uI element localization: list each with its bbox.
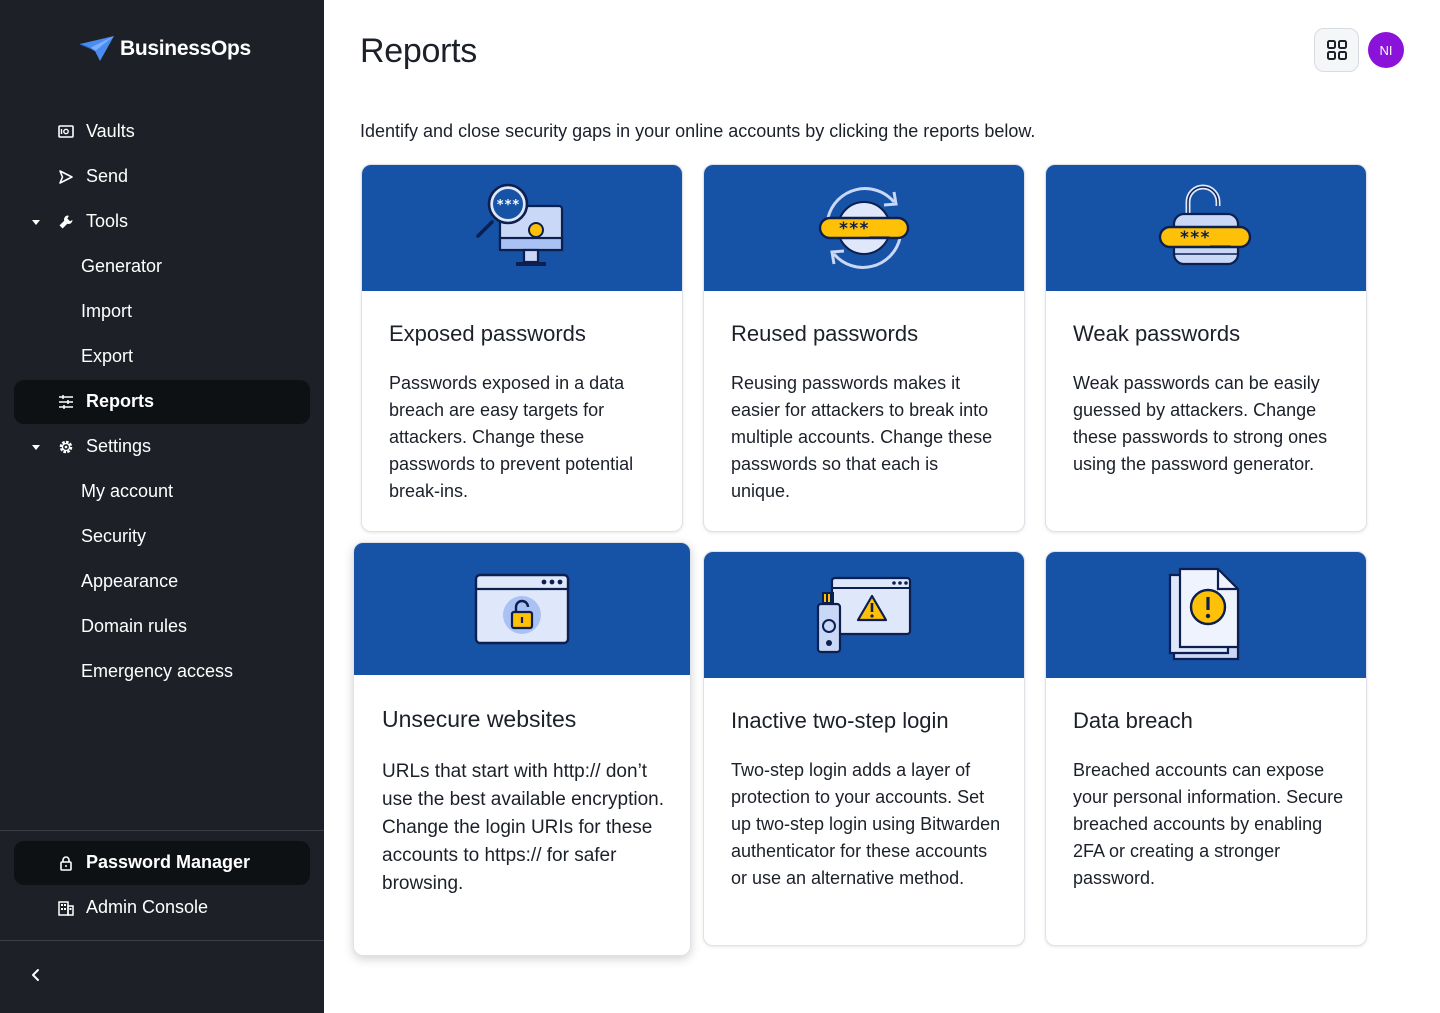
report-card-inactive-two-step-login[interactable]: Inactive two-step login Two-step login a… <box>703 551 1025 946</box>
password-stars: *** <box>496 198 520 213</box>
card-description: Breached accounts can expose your person… <box>1073 760 1344 888</box>
sidebar-item-export[interactable]: Export <box>14 335 310 379</box>
caret-down-icon[interactable] <box>28 439 44 455</box>
card-banner <box>1046 552 1366 678</box>
sidebar-item-label: Vaults <box>86 121 135 141</box>
report-card-reused-passwords[interactable]: ***__ Reused passwords Reusing passwords… <box>703 164 1025 532</box>
sidebar-item-domain-rules[interactable]: Domain rules <box>14 605 310 649</box>
sidebar-item-label: Domain rules <box>81 616 188 636</box>
sidebar-item-label: Settings <box>86 436 152 456</box>
brand-name: BusinessOps <box>120 37 251 60</box>
sidebar-item-label: Import <box>81 301 133 321</box>
card-description: Passwords exposed in a data breach are e… <box>389 373 634 501</box>
card-title: Reused passwords <box>731 321 919 346</box>
caret-down-icon[interactable] <box>28 214 44 230</box>
product-switcher-button[interactable] <box>1314 28 1359 72</box>
card-description: URLs that start with http:// don’t use t… <box>382 761 665 894</box>
sidebar-item-label: My account <box>81 481 174 501</box>
avatar[interactable]: NI <box>1368 32 1404 68</box>
building-icon <box>58 901 74 916</box>
sidebar-item-label: Send <box>86 166 129 186</box>
page-title: Reports <box>360 32 477 70</box>
report-card-exposed-passwords[interactable]: *** Exposed passwords Passwords exposed … <box>361 164 683 532</box>
weak-passwords-icon: ***__ <box>1158 184 1252 266</box>
sidebar-item-label: Security <box>81 526 147 546</box>
send-icon <box>59 170 73 184</box>
sidebar-item-security[interactable]: Security <box>14 515 310 559</box>
sidebar-item-label: Export <box>81 346 134 366</box>
sidebar-item-label: Reports <box>86 391 155 411</box>
product-switcher-password-manager[interactable]: Password Manager <box>14 841 310 885</box>
sidebar-item-import[interactable]: Import <box>14 290 310 334</box>
sidebar-item-generator[interactable]: Generator <box>14 245 310 289</box>
card-description: Reusing passwords makes it easier for at… <box>731 373 993 501</box>
report-card-data-breach[interactable]: Data breach Breached accounts can expose… <box>1045 551 1367 946</box>
sidebar-item-tools[interactable]: Tools <box>14 200 310 244</box>
data-breach-icon <box>1168 567 1240 661</box>
lock-icon <box>60 856 72 871</box>
card-description: Weak passwords can be easily guessed by … <box>1073 373 1328 474</box>
sidebar-divider <box>0 830 324 831</box>
sidebar-item-emergency-access[interactable]: Emergency access <box>14 650 310 694</box>
card-banner: *** <box>362 165 682 291</box>
sidebar-item-label: Admin Console <box>86 897 209 917</box>
card-banner: ***__ <box>1046 165 1366 291</box>
card-banner <box>354 543 690 675</box>
sidebar-item-label: Password Manager <box>86 852 251 872</box>
paper-plane-icon <box>79 36 114 61</box>
sidebar-item-settings[interactable]: Settings <box>14 425 310 469</box>
report-card-weak-passwords[interactable]: ***__ Weak passwords Weak passwords can … <box>1045 164 1367 532</box>
sidebar-item-label: Appearance <box>81 571 179 591</box>
password-mask-text: ***__ <box>838 219 890 239</box>
reports-icon <box>59 395 73 409</box>
gear-icon <box>59 440 73 454</box>
card-title: Weak passwords <box>1073 321 1241 346</box>
sidebar-item-appearance[interactable]: Appearance <box>14 560 310 604</box>
password-mask-text: ***__ <box>1179 228 1231 248</box>
brand-logo[interactable]: BusinessOps <box>78 34 251 64</box>
exposed-passwords-icon: *** <box>476 183 564 266</box>
sidebar-item-reports[interactable]: Reports <box>14 380 310 424</box>
card-title: Inactive two-step login <box>731 708 949 733</box>
sidebar-item-my-account[interactable]: My account <box>14 470 310 514</box>
card-title: Unsecure websites <box>382 706 577 732</box>
reused-passwords-icon: ***__ <box>818 187 910 269</box>
card-banner <box>704 552 1024 678</box>
page-description: Identify and close security gaps in your… <box>360 121 1036 141</box>
card-banner: ***__ <box>704 165 1024 291</box>
card-title: Data breach <box>1073 708 1193 733</box>
sidebar-item-send[interactable]: Send <box>14 155 310 199</box>
vault-icon <box>58 125 74 138</box>
collapse-sidebar-icon[interactable] <box>24 963 48 987</box>
sidebar-divider <box>0 940 324 941</box>
inactive-2fa-icon <box>816 576 912 654</box>
sidebar-item-label: Tools <box>86 211 129 231</box>
report-card-unsecure-websites[interactable]: Unsecure websites URLs that start with h… <box>353 542 691 956</box>
app-grid-icon <box>1326 40 1347 60</box>
card-title: Exposed passwords <box>389 321 586 346</box>
unsecure-websites-icon <box>474 573 570 645</box>
sidebar: BusinessOps Vaults Send Tools Generator … <box>0 0 324 1013</box>
product-switcher-admin-console[interactable]: Admin Console <box>14 886 310 930</box>
sidebar-item-label: Emergency access <box>81 661 234 681</box>
card-description: Two-step login adds a layer of protectio… <box>731 760 1001 888</box>
wrench-icon <box>59 215 73 229</box>
sidebar-item-vaults[interactable]: Vaults <box>14 110 310 154</box>
sidebar-item-label: Generator <box>81 256 163 276</box>
